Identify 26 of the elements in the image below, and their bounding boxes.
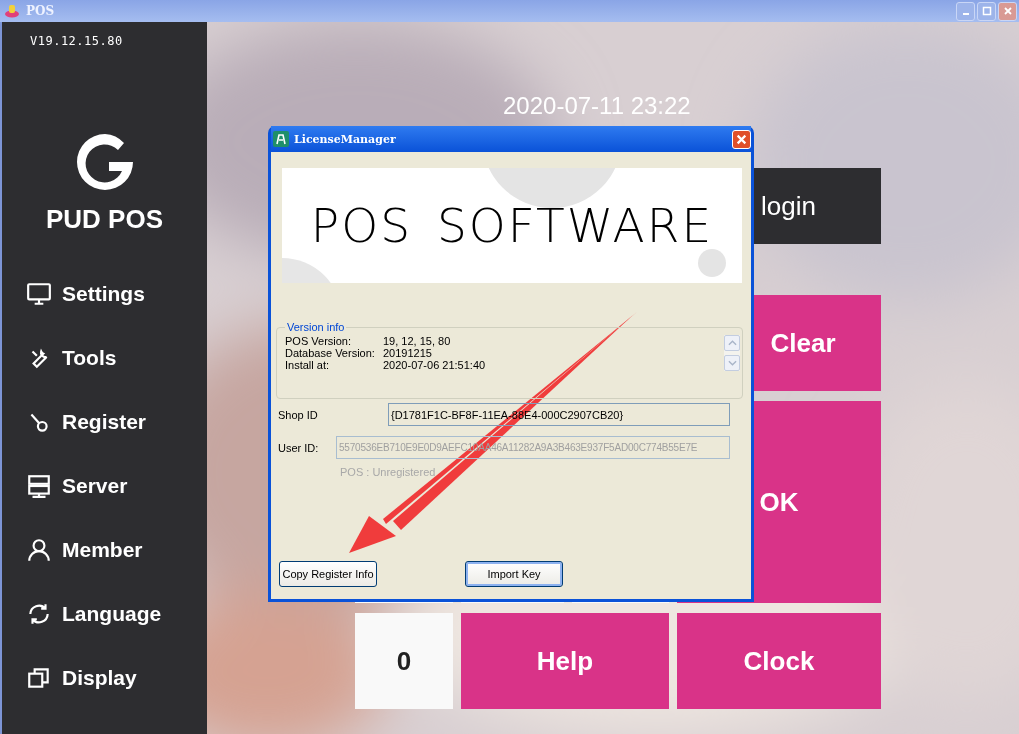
- info-value: 2020-07-06 21:51:40: [383, 359, 486, 371]
- info-label: POS Version:: [285, 335, 353, 347]
- info-value: 19, 12, 15, 80: [383, 335, 451, 347]
- keypad-button[interactable]: 0: [355, 613, 453, 709]
- field-label: User ID:: [277, 441, 320, 454]
- menu-item[interactable]: Register: [26, 401, 207, 443]
- info-label: Install at:: [285, 359, 331, 371]
- keypad-button[interactable]: Clock: [677, 613, 881, 709]
- registration-status: POS : Unregistered: [340, 466, 437, 478]
- info-value: 20191215: [383, 347, 432, 359]
- field-label: Shop ID: [277, 408, 319, 421]
- menu-item[interactable]: Tools: [26, 337, 207, 379]
- info-label: Database Version:: [285, 347, 376, 359]
- copy-register-info-button[interactable]: Copy Register Info: [279, 561, 377, 587]
- version-label: V19.12.15.80: [30, 34, 123, 48]
- keypad-button[interactable]: Help: [461, 613, 669, 709]
- window-title: POS: [26, 4, 55, 18]
- menu-item[interactable]: Server: [26, 465, 207, 507]
- menu-item[interactable]: Member: [26, 529, 207, 571]
- menu-item[interactable]: Display: [26, 657, 207, 699]
- import-key-button[interactable]: Import Key: [465, 561, 563, 587]
- menu-item[interactable]: Settings: [26, 273, 207, 315]
- group-legend: Version info: [285, 321, 347, 333]
- brand-name: PUD POS: [46, 204, 163, 235]
- menu-item[interactable]: Language: [26, 593, 207, 635]
- dialog-title: LicenseManager: [294, 132, 396, 146]
